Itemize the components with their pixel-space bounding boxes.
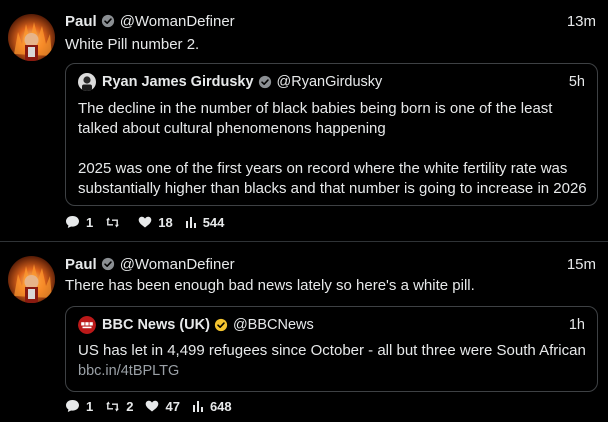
quoted-tweet-header: Ryan James Girdusky @RyanGirdusky 5h [78,72,585,92]
heart-icon [138,216,152,228]
retweet-icon [106,401,120,411]
verified-gold-badge-icon [214,318,228,332]
author-name[interactable]: Paul [65,13,97,30]
avatar[interactable] [8,14,55,61]
like-action[interactable]: 47 [145,398,180,414]
tweet-header: Paul @WomanDefiner 13m [65,11,596,31]
tweet[interactable]: Paul @WomanDefiner 15m There has been en… [0,242,608,422]
author-handle[interactable]: @WomanDefiner [120,13,235,30]
retweet-icon [106,217,120,227]
speech-bubble-icon [66,216,79,228]
tweet-timestamp[interactable]: 15m [567,256,596,273]
tweet[interactable]: Paul @WomanDefiner 13m White Pill number… [0,0,608,241]
bbc-news-logo-icon [78,316,96,334]
quoted-tweet[interactable]: BBC News (UK) @BBCNews 1h US has let in … [65,306,598,392]
tweet-header: Paul @WomanDefiner 15m [65,254,596,274]
avatar-image [8,256,55,303]
quoted-timestamp[interactable]: 5h [569,74,585,90]
view-count: 648 [209,398,232,414]
reply-action[interactable]: 1 [65,399,93,414]
retweet-count: 2 [126,398,134,414]
like-count: 18 [158,214,173,230]
quoted-text-paragraph: The decline in the number of black babie… [78,100,553,137]
retweet-action[interactable] [105,216,126,229]
quoted-author-name[interactable]: Ryan James Girdusky [102,74,254,90]
quoted-tweet-header: BBC News (UK) @BBCNews 1h [78,315,585,335]
reply-count: 1 [86,398,94,414]
heart-icon [146,400,159,412]
verified-badge-icon [258,75,271,89]
retweet-action[interactable]: 2 [105,399,133,414]
quoted-author-handle[interactable]: @RyanGirdusky [277,74,383,90]
quoted-text-paragraph: US has let in 4,499 refugees since Octob… [78,342,586,359]
quoted-timestamp[interactable]: 1h [569,317,585,333]
quoted-author-handle[interactable]: @BBCNews [233,317,314,333]
verified-badge-icon [101,257,114,271]
quoted-link[interactable]: bbc.in/4tBPLTG [78,361,179,381]
speech-bubble-icon [66,400,79,412]
views-action[interactable]: 544 [185,214,225,230]
avatar[interactable] [8,256,55,303]
author-name[interactable]: Paul [65,256,97,273]
like-count: 47 [165,398,180,414]
quoted-tweet[interactable]: Ryan James Girdusky @RyanGirdusky 5h The… [65,63,598,206]
avatar-image [8,14,55,61]
tweet-timestamp[interactable]: 13m [567,13,596,30]
tweet-text: There has been enough bad news lately so… [65,277,475,294]
like-action[interactable]: 18 [138,214,173,230]
quoted-text-paragraph: 2025 was one of the first years on recor… [78,160,587,197]
quoted-author-name[interactable]: BBC News (UK) [102,317,210,333]
quoted-avatar[interactable] [78,316,96,334]
engagement-bar: 1 18 544 [65,213,236,231]
timeline-feed: Paul @WomanDefiner 13m White Pill number… [0,0,608,422]
quoted-avatar[interactable] [78,73,96,91]
bar-chart-icon [185,217,196,228]
tweet-text: White Pill number 2. [65,36,200,53]
reply-action[interactable]: 1 [65,215,93,230]
verified-badge-icon [101,14,114,28]
engagement-bar: 1 2 47 648 [65,397,244,415]
reply-count: 1 [86,214,94,230]
author-handle[interactable]: @WomanDefiner [120,256,235,273]
bar-chart-icon [192,401,203,412]
view-count: 544 [202,214,225,230]
views-action[interactable]: 648 [192,399,232,414]
